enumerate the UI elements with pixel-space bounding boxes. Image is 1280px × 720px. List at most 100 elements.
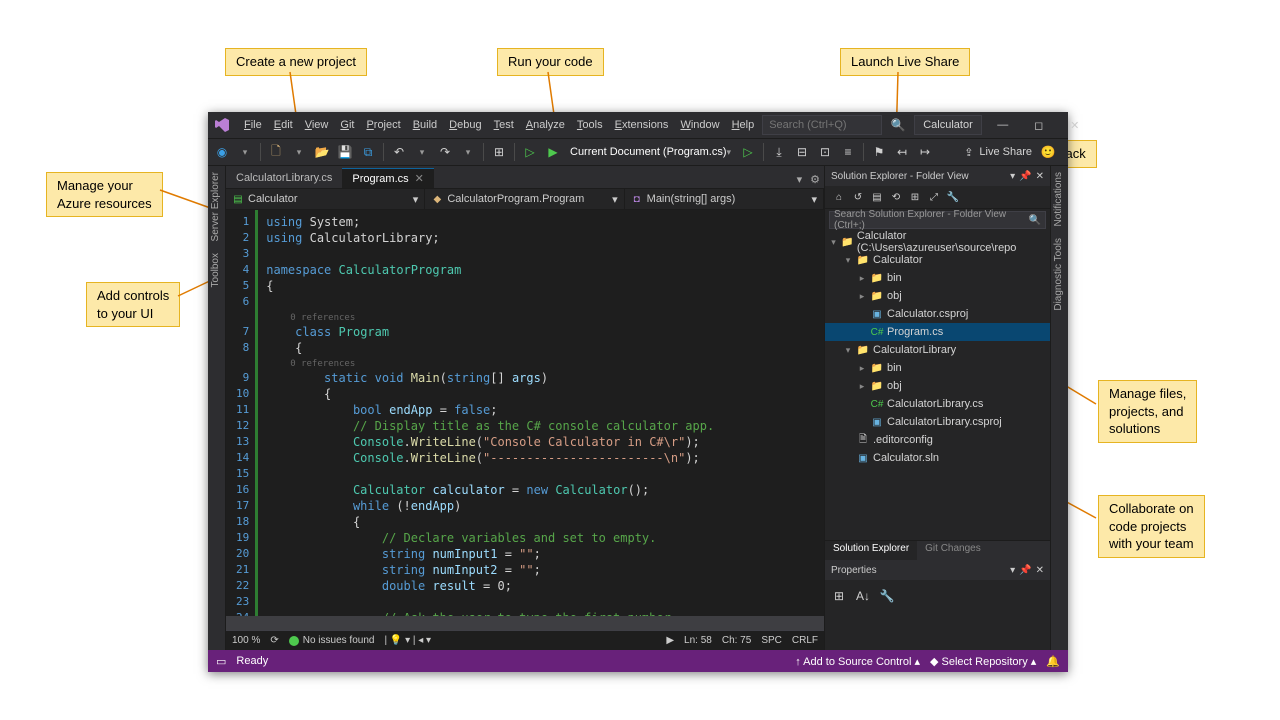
- menu-git[interactable]: Git: [334, 116, 360, 134]
- tree-node[interactable]: ▣Calculator.csproj: [825, 305, 1050, 323]
- menu-analyze[interactable]: Analyze: [520, 116, 571, 134]
- new-project-menu[interactable]: [289, 142, 309, 162]
- redo-icon[interactable]: ↷: [435, 142, 455, 162]
- menu-test[interactable]: Test: [488, 116, 520, 134]
- menu-debug[interactable]: Debug: [443, 116, 487, 134]
- pane-close-icon[interactable]: ✕: [1036, 171, 1044, 182]
- tree-node[interactable]: ▸📁obj: [825, 377, 1050, 395]
- indent-icon[interactable]: ≡: [838, 142, 858, 162]
- back-nav-icon[interactable]: ◉: [212, 142, 232, 162]
- tree-node[interactable]: ▸📁bin: [825, 359, 1050, 377]
- step-icon[interactable]: ⤓: [769, 142, 789, 162]
- tree-node[interactable]: ▸📁obj: [825, 287, 1050, 305]
- save-all-icon[interactable]: ⧉: [358, 142, 378, 162]
- pin-icon[interactable]: 📌: [1019, 171, 1031, 182]
- liveshare-button[interactable]: Live Share: [979, 146, 1032, 158]
- code-editor[interactable]: 123456 78 910111213141516171819202122232…: [226, 210, 824, 616]
- menu-extensions[interactable]: Extensions: [609, 116, 675, 134]
- props-close-icon[interactable]: ✕: [1036, 565, 1044, 576]
- feedback-icon[interactable]: 🙂: [1038, 142, 1058, 162]
- undo-icon[interactable]: ↶: [389, 142, 409, 162]
- tree-node[interactable]: ▾📁CalculatorLibrary: [825, 341, 1050, 359]
- prev-bookmark-icon[interactable]: ↤: [892, 142, 912, 162]
- tree-root[interactable]: ▾📁Calculator (C:\Users\azureuser\source\…: [825, 233, 1050, 251]
- run-no-debug-icon[interactable]: ▷: [738, 142, 758, 162]
- diagnostic-tools-tab[interactable]: Diagnostic Tools: [1051, 232, 1068, 317]
- tree-node[interactable]: C#CalculatorLibrary.cs: [825, 395, 1050, 413]
- zoom-level[interactable]: 100 %: [232, 635, 260, 646]
- home-icon[interactable]: ⌂: [831, 189, 847, 205]
- liveshare-icon[interactable]: ⇪: [964, 146, 973, 159]
- tree-node[interactable]: ▣Calculator.sln: [825, 449, 1050, 467]
- tree-node[interactable]: 🗎.editorconfig: [825, 431, 1050, 449]
- back-nav-menu[interactable]: [235, 142, 255, 162]
- solution-search-input[interactable]: Search Solution Explorer - Folder View (…: [829, 211, 1046, 229]
- file-tab[interactable]: CalculatorLibrary.cs: [226, 168, 342, 188]
- callout-new-project: Create a new project: [225, 48, 367, 76]
- props-pages-icon[interactable]: 🔧: [877, 586, 897, 606]
- tree-node[interactable]: ▣CalculatorLibrary.csproj: [825, 413, 1050, 431]
- output-icon[interactable]: ▭: [216, 655, 226, 668]
- collapse-icon[interactable]: ⤢: [926, 189, 942, 205]
- properties-icon[interactable]: 🔧: [945, 189, 961, 205]
- menu-window[interactable]: Window: [674, 116, 725, 134]
- next-bookmark-icon[interactable]: ↦: [915, 142, 935, 162]
- select-repo[interactable]: ◆ Select Repository ▴: [930, 655, 1036, 668]
- line-ending-mode[interactable]: CRLF: [792, 635, 818, 646]
- alpha-icon[interactable]: A↓: [853, 586, 873, 606]
- menu-tools[interactable]: Tools: [571, 116, 609, 134]
- search-go-icon[interactable]: 🔍: [888, 115, 908, 135]
- new-project-icon[interactable]: 🗋: [266, 142, 286, 162]
- editor-status-bar: 100 % ⟳ No issues found | 💡 ▾ | ◂ ▾ ▶ Ln…: [226, 630, 824, 650]
- switch-view-icon[interactable]: ↺: [850, 189, 866, 205]
- categorized-icon[interactable]: ⊞: [829, 586, 849, 606]
- redo-menu[interactable]: [458, 142, 478, 162]
- tree-node[interactable]: C#Program.cs: [825, 323, 1050, 341]
- notifications-tab[interactable]: Notifications: [1051, 166, 1068, 232]
- minimize-button[interactable]: —: [988, 114, 1018, 136]
- menu-edit[interactable]: Edit: [268, 116, 299, 134]
- server-explorer-tab[interactable]: Server Explorer: [208, 166, 225, 247]
- maximize-button[interactable]: ◻: [1024, 114, 1054, 136]
- menu-project[interactable]: Project: [360, 116, 406, 134]
- tree-node[interactable]: ▸📁bin: [825, 269, 1050, 287]
- menu-build[interactable]: Build: [407, 116, 443, 134]
- gear-icon[interactable]: ⚙: [806, 171, 824, 188]
- crumb-class[interactable]: ◆CalculatorProgram.Program▾: [425, 189, 624, 209]
- menu-view[interactable]: View: [299, 116, 335, 134]
- crumb-project[interactable]: ▤Calculator▾: [226, 189, 425, 209]
- preview-toggle-icon[interactable]: ▾: [793, 171, 807, 188]
- run-filled-icon[interactable]: ▶: [543, 142, 563, 162]
- pane-menu-icon[interactable]: ▾: [1010, 171, 1015, 182]
- open-icon[interactable]: 📂: [312, 142, 332, 162]
- run-target-dropdown[interactable]: Current Document (Program.cs): [566, 146, 735, 158]
- run-outline-icon[interactable]: ▷: [520, 142, 540, 162]
- props-menu-icon[interactable]: ▾: [1010, 565, 1015, 576]
- props-pin-icon[interactable]: 📌: [1019, 565, 1031, 576]
- sync-icon[interactable]: ⟲: [888, 189, 904, 205]
- crumb-method[interactable]: ◘Main(string[] args)▾: [625, 189, 824, 209]
- toolbox-tab[interactable]: Toolbox: [208, 247, 225, 293]
- solution-config-icon[interactable]: ⊞: [489, 142, 509, 162]
- filter-icon[interactable]: ▤: [869, 189, 885, 205]
- solution-tree[interactable]: ▾📁Calculator (C:\Users\azureuser\source\…: [825, 231, 1050, 540]
- file-tab[interactable]: Program.cs✕: [342, 168, 433, 188]
- close-button[interactable]: ✕: [1060, 114, 1090, 136]
- bookmark-icon[interactable]: ⚑: [869, 142, 889, 162]
- save-icon[interactable]: 💾: [335, 142, 355, 162]
- comment-icon[interactable]: ⊟: [792, 142, 812, 162]
- spacing-mode[interactable]: SPC: [761, 635, 782, 646]
- show-all-icon[interactable]: ⊞: [907, 189, 923, 205]
- undo-menu[interactable]: [412, 142, 432, 162]
- notification-bell-icon[interactable]: 🔔: [1046, 655, 1060, 668]
- solution-explorer-tab[interactable]: Solution Explorer: [825, 541, 917, 560]
- git-changes-tab[interactable]: Git Changes: [917, 541, 989, 560]
- add-source-control[interactable]: ↑ Add to Source Control ▴: [795, 655, 920, 668]
- uncomment-icon[interactable]: ⊡: [815, 142, 835, 162]
- horizontal-scrollbar[interactable]: [226, 616, 824, 630]
- menu-help[interactable]: Help: [726, 116, 761, 134]
- menu-file[interactable]: File: [238, 116, 268, 134]
- search-input[interactable]: [762, 115, 882, 135]
- callout-azure: Manage your Azure resources: [46, 172, 163, 217]
- breadcrumb: ▤Calculator▾ ◆CalculatorProgram.Program▾…: [226, 188, 824, 210]
